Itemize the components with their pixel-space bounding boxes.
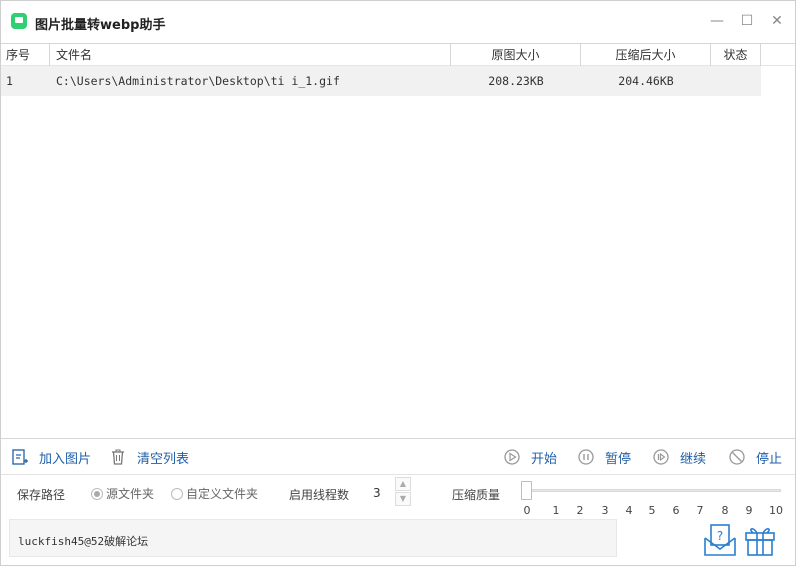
column-header-status[interactable]: 状态 xyxy=(711,44,761,66)
slider-track[interactable] xyxy=(525,489,781,492)
resume-button[interactable]: 继续 xyxy=(652,447,706,467)
pause-label: 暂停 xyxy=(605,451,632,467)
trash-icon xyxy=(109,448,127,466)
maximize-button[interactable]: ☐ xyxy=(737,11,757,31)
slider-tick: 6 xyxy=(672,504,680,517)
quality-label: 压缩质量 xyxy=(452,488,501,502)
gift-icon[interactable] xyxy=(743,523,777,557)
slider-tick: 1 xyxy=(552,504,560,517)
column-header-index[interactable]: 序号 xyxy=(1,44,50,66)
slider-thumb[interactable] xyxy=(521,481,532,500)
start-label: 开始 xyxy=(531,451,558,467)
threads-input[interactable]: 3 xyxy=(373,486,381,500)
source-folder-label: 源文件夹 xyxy=(106,487,155,501)
resume-label: 继续 xyxy=(680,451,707,467)
app-logo-icon xyxy=(11,13,27,29)
log-box: luckfish45@52破解论坛 xyxy=(9,519,617,557)
settings-row: 保存路径 源文件夹 自定义文件夹 启用线程数 3 ▲ ▼ 压缩质量 0 1 2 … xyxy=(1,476,795,517)
radio-indicator xyxy=(91,487,103,500)
help-envelope-icon[interactable]: ? xyxy=(703,523,737,557)
play-icon xyxy=(503,448,521,466)
log-text: luckfish45@52破解论坛 xyxy=(18,535,149,548)
action-toolbar: 加入图片 清空列表 开始 暂停 继续 停止 xyxy=(1,439,795,475)
cell-compressed-size: 204.46KB xyxy=(618,74,674,88)
pause-icon xyxy=(577,448,595,466)
column-header-original-size[interactable]: 原图大小 xyxy=(451,44,581,66)
column-header-filename[interactable]: 文件名 xyxy=(50,44,451,66)
add-image-icon xyxy=(11,448,29,466)
threads-label: 启用线程数 xyxy=(289,488,350,502)
stop-icon xyxy=(728,448,746,466)
slider-tick: 3 xyxy=(601,504,609,517)
custom-folder-label: 自定义文件夹 xyxy=(186,487,259,501)
slider-tick: 8 xyxy=(721,504,729,517)
table-header: 序号 文件名 原图大小 压缩后大小 状态 xyxy=(1,44,795,66)
clear-list-label: 清空列表 xyxy=(137,451,190,467)
add-image-button[interactable]: 加入图片 xyxy=(11,447,91,467)
source-folder-radio[interactable]: 源文件夹 xyxy=(91,485,154,502)
svg-text:?: ? xyxy=(717,529,723,543)
slider-tick: 7 xyxy=(696,504,704,517)
table-row[interactable]: 1 C:\Users\Administrator\Desktop\ti i_1.… xyxy=(1,66,761,96)
slider-tick: 10 xyxy=(769,504,783,517)
slider-tick: 2 xyxy=(576,504,584,517)
close-button[interactable]: ✕ xyxy=(767,11,787,31)
save-path-label: 保存路径 xyxy=(17,488,66,502)
stepper-up-button[interactable]: ▲ xyxy=(395,477,411,491)
column-header-compressed-size[interactable]: 压缩后大小 xyxy=(581,44,711,66)
slider-tick: 0 xyxy=(523,504,531,517)
window-title: 图片批量转webp助手 xyxy=(35,18,166,33)
slider-tick: 9 xyxy=(745,504,753,517)
file-table[interactable]: 序号 文件名 原图大小 压缩后大小 状态 1 C:\Users\Administ… xyxy=(1,43,795,439)
slider-tick: 5 xyxy=(648,504,656,517)
slider-tick: 4 xyxy=(625,504,633,517)
resume-icon xyxy=(652,448,670,466)
stepper-down-button[interactable]: ▼ xyxy=(395,492,411,506)
start-button[interactable]: 开始 xyxy=(503,447,557,467)
add-image-label: 加入图片 xyxy=(39,451,92,467)
custom-folder-radio[interactable]: 自定义文件夹 xyxy=(171,485,258,502)
cell-filename: C:\Users\Administrator\Desktop\ti i_1.gi… xyxy=(56,74,340,88)
cell-status xyxy=(711,66,761,96)
cell-original-size: 208.23KB xyxy=(488,74,544,88)
clear-list-button[interactable]: 清空列表 xyxy=(109,447,189,467)
radio-indicator xyxy=(171,487,183,500)
title-bar: 图片批量转webp助手 — ☐ ✕ xyxy=(1,1,795,43)
stop-label: 停止 xyxy=(756,451,783,467)
quality-slider[interactable]: 0 1 2 3 4 5 6 7 8 9 10 xyxy=(521,480,783,520)
threads-stepper[interactable]: ▲ ▼ xyxy=(395,476,411,506)
cell-index: 1 xyxy=(6,74,13,88)
pause-button[interactable]: 暂停 xyxy=(577,447,631,467)
app-window: 图片批量转webp助手 — ☐ ✕ 序号 文件名 原图大小 压缩后大小 状态 1… xyxy=(0,0,796,566)
stop-button[interactable]: 停止 xyxy=(728,447,782,467)
minimize-button[interactable]: — xyxy=(707,11,727,31)
